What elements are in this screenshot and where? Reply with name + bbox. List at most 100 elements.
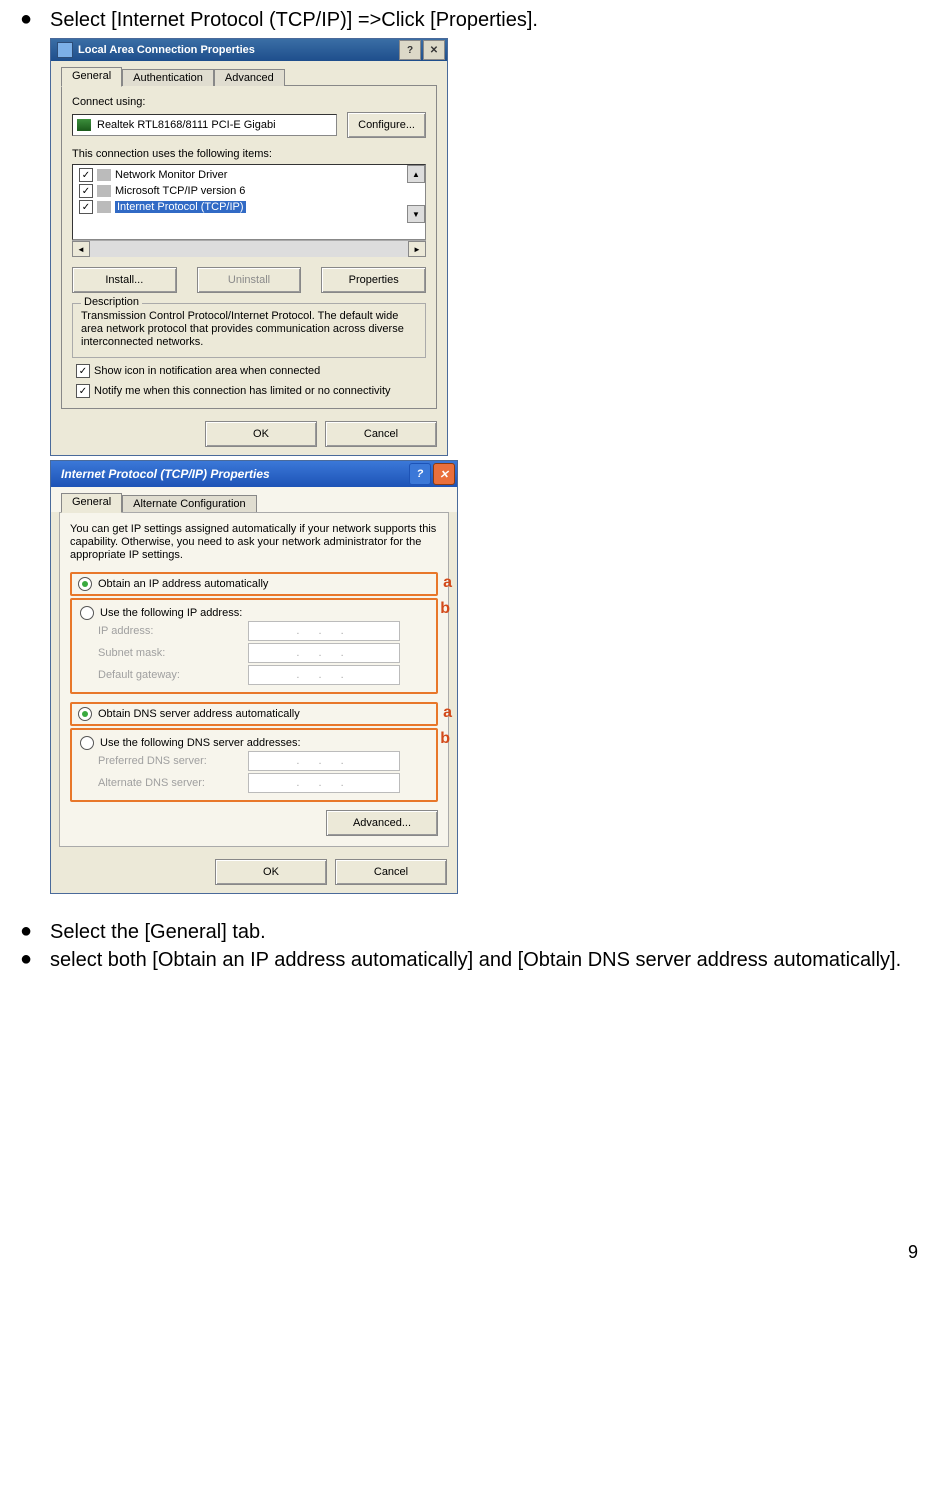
window-title: Internet Protocol (TCP/IP) Properties [61,467,270,481]
obtain-dns-label: Obtain DNS server address automatically [98,708,300,720]
subnet-label: Subnet mask: [80,647,248,659]
pref-dns-field[interactable]: . . . [248,751,400,771]
protocol-icon [97,185,111,197]
annotation-b: b [440,600,450,618]
description-text: Transmission Control Protocol/Internet P… [81,310,417,349]
tab-body: You can get IP settings assigned automat… [59,512,449,847]
cancel-button[interactable]: Cancel [335,859,447,885]
nic-field: Realtek RTL8168/8111 PCI-E Gigabi [72,114,337,136]
alt-dns-label: Alternate DNS server: [80,777,248,789]
description-groupbox: Description Transmission Control Protoco… [72,303,426,358]
list-item[interactable]: ✓ Microsoft TCP/IP version 6 [75,183,423,199]
radio-selected[interactable] [78,707,92,721]
window-title: Local Area Connection Properties [78,44,255,56]
checkbox[interactable]: ✓ [76,364,90,378]
use-ip-label: Use the following IP address: [100,607,242,619]
help-button[interactable]: ? [409,463,431,485]
intro-text: You can get IP settings assigned automat… [70,523,438,562]
radio-selected[interactable] [78,577,92,591]
pref-dns-label: Preferred DNS server: [80,755,248,767]
annotation-b: b [440,730,450,748]
tab-bar: General Authentication Advanced [51,61,447,86]
checkbox[interactable]: ✓ [76,384,90,398]
annotation-a: a [443,574,452,592]
tab-general[interactable]: General [61,67,122,87]
alt-dns-field[interactable]: . . . [248,773,400,793]
properties-button[interactable]: Properties [321,267,426,293]
bullet-text: Select [Internet Protocol (TCP/IP)] =>Cl… [50,8,538,32]
use-dns-label: Use the following DNS server addresses: [100,737,301,749]
ip-address-row: IP address: . . . [80,620,428,642]
tab-advanced[interactable]: Advanced [214,69,285,86]
configure-button[interactable]: Configure... [347,112,426,138]
tab-bar: General Alternate Configuration [51,487,457,512]
gateway-field[interactable]: . . . [248,665,400,685]
scroll-left-button[interactable]: ◄ [72,241,90,257]
ip-address-field[interactable]: . . . [248,621,400,641]
show-icon-row[interactable]: ✓ Show icon in notification area when co… [72,364,426,378]
tcpip-properties-window: Internet Protocol (TCP/IP) Properties ? … [50,460,458,894]
bullet-icon: ● [20,8,50,30]
notify-row[interactable]: ✓ Notify me when this connection has lim… [72,384,426,398]
help-button[interactable]: ? [399,40,421,60]
bullet-text: Select the [General] tab. [50,920,266,944]
page-number: 9 [20,1242,922,1263]
obtain-dns-radio-row[interactable]: Obtain DNS server address automatically … [70,702,438,726]
list-item-label: Network Monitor Driver [115,169,227,181]
use-dns-box: Use the following DNS server addresses: … [70,728,438,802]
protocol-icon [97,169,111,181]
close-button[interactable]: ✕ [423,40,445,60]
install-button[interactable]: Install... [72,267,177,293]
tab-authentication[interactable]: Authentication [122,69,214,86]
subnet-row: Subnet mask: . . . [80,642,428,664]
radio-unselected[interactable] [80,606,94,620]
obtain-ip-radio-row[interactable]: Obtain an IP address automatically a [70,572,438,596]
ok-button[interactable]: OK [205,421,317,447]
protocol-icon [97,201,111,213]
close-button[interactable]: ✕ [433,463,455,485]
scroll-down-button[interactable]: ▼ [407,205,425,223]
annotation-a: a [443,704,452,722]
items-listbox[interactable]: ✓ Network Monitor Driver ✓ Microsoft TCP… [72,164,426,240]
network-icon [57,42,73,58]
obtain-ip-label: Obtain an IP address automatically [98,578,268,590]
title-bar: Internet Protocol (TCP/IP) Properties ? … [51,461,457,487]
checkbox[interactable]: ✓ [79,184,93,198]
pref-dns-row: Preferred DNS server: . . . [80,750,428,772]
bullet-text: select both [Obtain an IP address automa… [50,948,901,972]
description-label: Description [81,296,142,308]
gateway-row: Default gateway: . . . [80,664,428,686]
scroll-right-button[interactable]: ► [408,241,426,257]
bullet-item: ● Select the [General] tab. [20,920,922,944]
cancel-button[interactable]: Cancel [325,421,437,447]
bullet-icon: ● [20,920,50,942]
horizontal-scrollbar[interactable]: ◄ ► [72,240,426,257]
alt-dns-row: Alternate DNS server: . . . [80,772,428,794]
connect-using-label: Connect using: [72,96,426,108]
tab-alternate-configuration[interactable]: Alternate Configuration [122,495,257,512]
nic-icon [77,119,91,131]
tab-body: Connect using: Realtek RTL8168/8111 PCI-… [61,85,437,409]
list-item[interactable]: ✓ Internet Protocol (TCP/IP) [75,199,423,215]
checkbox[interactable]: ✓ [79,168,93,182]
uninstall-button: Uninstall [197,267,302,293]
list-item-label: Microsoft TCP/IP version 6 [115,185,245,197]
nic-name: Realtek RTL8168/8111 PCI-E Gigabi [97,119,276,131]
ok-button[interactable]: OK [215,859,327,885]
bullet-item: ● Select [Internet Protocol (TCP/IP)] =>… [20,8,922,32]
notify-label: Notify me when this connection has limit… [94,385,391,397]
list-item[interactable]: ✓ Network Monitor Driver [75,167,423,183]
checkbox[interactable]: ✓ [79,200,93,214]
advanced-button[interactable]: Advanced... [326,810,438,836]
ip-address-label: IP address: [80,625,248,637]
bullet-icon: ● [20,948,50,970]
local-area-connection-properties-window: Local Area Connection Properties ? ✕ Gen… [50,38,448,456]
show-icon-label: Show icon in notification area when conn… [94,365,320,377]
radio-unselected[interactable] [80,736,94,750]
gateway-label: Default gateway: [80,669,248,681]
scroll-up-button[interactable]: ▲ [407,165,425,183]
tab-general[interactable]: General [61,493,122,513]
subnet-field[interactable]: . . . [248,643,400,663]
title-bar: Local Area Connection Properties ? ✕ [51,39,447,61]
bullet-item: ● select both [Obtain an IP address auto… [20,948,922,972]
